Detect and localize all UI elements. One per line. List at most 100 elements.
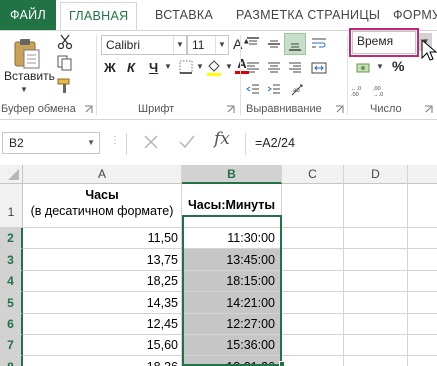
row-header-5[interactable]: 5 xyxy=(0,292,23,314)
tab-page-layout[interactable]: РАЗМЕТКА СТРАНИЦЫ xyxy=(236,0,380,30)
cell-c2[interactable] xyxy=(282,228,344,249)
row-header-8[interactable]: 8 xyxy=(0,356,23,366)
column-header-e[interactable] xyxy=(408,165,437,184)
cell-d6[interactable] xyxy=(344,314,408,335)
cell-c4[interactable] xyxy=(282,271,344,292)
align-right-icon[interactable] xyxy=(285,58,305,78)
cell-e5[interactable] xyxy=(408,292,437,314)
cell-b7[interactable]: 15:36:00 xyxy=(182,335,282,356)
font-name-dropdown[interactable]: Calibri ▼ xyxy=(101,35,187,55)
borders-dropdown-icon[interactable]: ▼ xyxy=(196,62,204,71)
borders-icon[interactable] xyxy=(176,58,196,76)
cell-a6[interactable]: 12,45 xyxy=(23,314,182,335)
cell-a3[interactable]: 13,75 xyxy=(23,249,182,271)
cell-c5[interactable] xyxy=(282,292,344,314)
cell-d3[interactable] xyxy=(344,249,408,271)
fill-color-dropdown-icon[interactable]: ▼ xyxy=(225,62,233,71)
currency-format-icon[interactable] xyxy=(354,58,376,78)
cell-a1[interactable]: Часы (в десатичном формате) xyxy=(23,184,182,228)
row-header-2[interactable]: 2 xyxy=(0,228,23,249)
cell-a8[interactable]: 18,36 xyxy=(23,356,182,366)
column-header-a[interactable]: A xyxy=(23,165,182,184)
percent-button[interactable]: % xyxy=(392,58,404,74)
cell-e6[interactable] xyxy=(408,314,437,335)
font-size-dropdown[interactable]: 11 ▼ xyxy=(187,35,229,55)
cut-icon[interactable] xyxy=(56,33,74,51)
cell-e7[interactable] xyxy=(408,335,437,356)
row-header-6[interactable]: 6 xyxy=(0,314,23,335)
bold-button[interactable]: Ж xyxy=(104,60,116,75)
underline-dropdown-icon[interactable]: ▼ xyxy=(164,62,172,71)
number-format-dropdown[interactable]: Время xyxy=(352,31,416,54)
cell-d4[interactable] xyxy=(344,271,408,292)
cell-e1[interactable] xyxy=(408,184,437,228)
tab-insert[interactable]: ВСТАВКА xyxy=(155,0,213,30)
cell-c3[interactable] xyxy=(282,249,344,271)
increase-indent-icon[interactable] xyxy=(264,81,284,99)
font-launcher-icon[interactable] xyxy=(226,105,235,114)
underline-button[interactable]: Ч xyxy=(149,60,158,75)
cell-d8[interactable] xyxy=(344,356,408,366)
cell-d7[interactable] xyxy=(344,335,408,356)
cell-e8[interactable] xyxy=(408,356,437,366)
cell-a5[interactable]: 14,35 xyxy=(23,292,182,314)
merge-center-icon[interactable] xyxy=(309,58,329,78)
align-left-icon[interactable] xyxy=(243,58,263,78)
cell-e3[interactable] xyxy=(408,249,437,271)
align-center-icon[interactable] xyxy=(264,58,284,78)
align-middle-icon[interactable] xyxy=(264,34,284,54)
cell-d5[interactable] xyxy=(344,292,408,314)
cell-e2[interactable] xyxy=(408,228,437,249)
cancel-entry-icon[interactable] xyxy=(143,134,159,150)
cell-b4[interactable]: 18:15:00 xyxy=(182,271,282,292)
cell-c8[interactable] xyxy=(282,356,344,366)
decrease-decimal-icon[interactable]: ,00 →,0 xyxy=(372,81,392,99)
cell-d2[interactable] xyxy=(344,228,408,249)
tab-home[interactable]: ГЛАВНАЯ xyxy=(60,2,138,31)
column-header-d[interactable]: D xyxy=(344,165,408,184)
cell-b2[interactable]: 11:30:00 xyxy=(182,228,282,249)
select-all-corner[interactable] xyxy=(0,165,23,184)
currency-dropdown-icon[interactable]: ▼ xyxy=(376,62,384,71)
paste-icon[interactable] xyxy=(10,37,44,71)
paste-dropdown-icon[interactable]: ▼ xyxy=(20,85,28,94)
cell-a4[interactable]: 18,25 xyxy=(23,271,182,292)
row-header-7[interactable]: 7 xyxy=(0,335,23,356)
confirm-entry-icon[interactable] xyxy=(178,134,196,150)
cell-b8[interactable]: 18:21:36 xyxy=(182,356,282,366)
row-header-3[interactable]: 3 xyxy=(0,249,23,271)
row-header-1[interactable]: 1 xyxy=(0,184,23,228)
fill-handle[interactable] xyxy=(279,361,285,366)
number-launcher-icon[interactable] xyxy=(424,105,433,114)
wrap-text-icon[interactable] xyxy=(309,34,329,54)
cell-c7[interactable] xyxy=(282,335,344,356)
cell-a7[interactable]: 15,60 xyxy=(23,335,182,356)
paste-label[interactable]: Вставить xyxy=(4,69,55,83)
name-box[interactable]: B2 ▼ xyxy=(2,132,100,154)
cell-b6[interactable]: 12:27:00 xyxy=(182,314,282,335)
copy-icon[interactable] xyxy=(56,54,74,72)
decrease-indent-icon[interactable] xyxy=(243,81,263,99)
cell-a2[interactable]: 11,50 xyxy=(23,228,182,249)
column-header-c[interactable]: C xyxy=(282,165,344,184)
cell-b5[interactable]: 14:21:00 xyxy=(182,292,282,314)
chevron-down-icon[interactable]: ▼ xyxy=(173,36,186,54)
alignment-launcher-icon[interactable] xyxy=(335,105,344,114)
fill-color-icon[interactable] xyxy=(204,58,224,78)
clipboard-launcher-icon[interactable] xyxy=(84,105,93,114)
cell-c6[interactable] xyxy=(282,314,344,335)
orientation-icon[interactable]: ab xyxy=(288,81,308,99)
row-header-4[interactable]: 4 xyxy=(0,271,23,292)
column-header-b[interactable]: B xyxy=(182,165,282,184)
align-top-icon[interactable] xyxy=(243,34,263,54)
tab-file[interactable]: ФАЙЛ xyxy=(0,0,56,30)
cell-d1[interactable] xyxy=(344,184,408,228)
cell-b3[interactable]: 13:45:00 xyxy=(182,249,282,271)
increase-decimal-icon[interactable]: ←,0,00 xyxy=(350,81,370,99)
format-painter-icon[interactable] xyxy=(56,77,74,95)
formula-input[interactable]: =A2/24 xyxy=(255,136,295,150)
insert-function-icon[interactable]: fx xyxy=(214,129,230,149)
tab-formulas[interactable]: ФОРМУ xyxy=(393,0,437,30)
italic-button[interactable]: К xyxy=(127,60,135,75)
cell-c1[interactable] xyxy=(282,184,344,228)
